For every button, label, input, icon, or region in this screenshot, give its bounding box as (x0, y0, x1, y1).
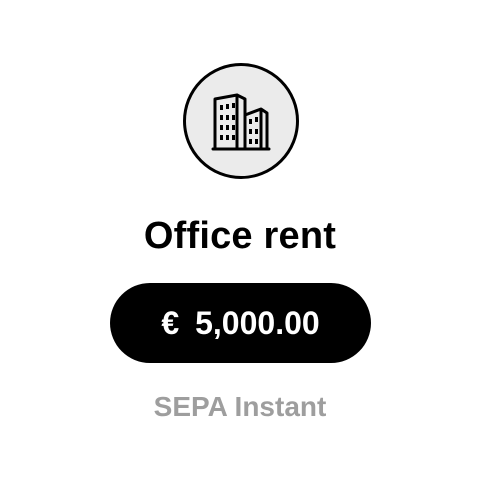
office-building-icon (211, 93, 271, 151)
amount-badge: € 5,000.00 (110, 283, 371, 363)
payee-title: Office rent (143, 215, 337, 257)
amount-value: 5,000.00 (195, 304, 320, 341)
payment-method-label: SEPA Instant (153, 391, 327, 422)
currency-symbol: € (161, 304, 180, 341)
payee-avatar (183, 63, 299, 179)
